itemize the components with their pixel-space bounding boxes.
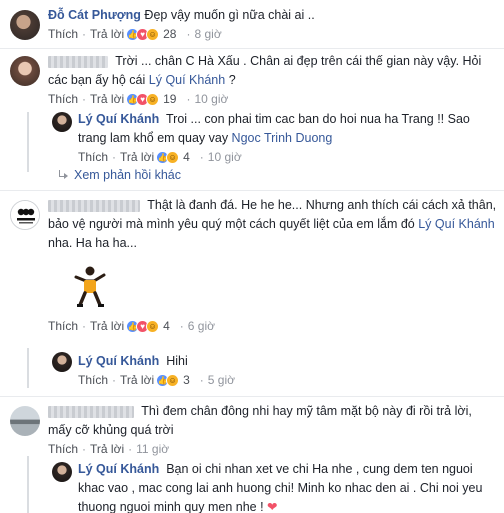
haha-reaction-icon: ☺ bbox=[166, 373, 180, 387]
like-button[interactable]: Thích bbox=[78, 150, 108, 164]
comment-text-end: ? bbox=[225, 73, 236, 87]
comment-author[interactable]: Lý Quí Khánh bbox=[78, 112, 159, 126]
comment-2: Trời ... chân C Hà Xấu . Chân ai đẹp trê… bbox=[0, 52, 504, 108]
haha-reaction-icon: ☺ bbox=[146, 27, 160, 41]
reply-2: Lý Quí Khánh Hihi Thích · Trả lời 👍 ☺ 3 … bbox=[0, 352, 504, 392]
comment-text: Trời ... chân C Hà Xấu . Chân ai đẹp trê… bbox=[48, 54, 482, 87]
reply-1: Lý Quí Khánh Troi ... con phai tim cac b… bbox=[0, 110, 504, 166]
comment-actions: Thích · Trả lời 👍 ♥ ☺ 19 · 10 giờ bbox=[48, 92, 229, 106]
like-button[interactable]: Thích bbox=[48, 319, 78, 333]
logo-avatar-icon bbox=[11, 201, 39, 229]
reply-button[interactable]: Trả lời bbox=[90, 442, 124, 456]
timestamp[interactable]: 6 giờ bbox=[188, 319, 215, 333]
reaction-summary[interactable]: 👍 ♥ ☺ bbox=[126, 27, 160, 41]
mention-link[interactable]: Ngoc Trinh Duong bbox=[232, 131, 333, 145]
comment-actions: Thích · Trả lời 👍 ☺ 3 · 5 giờ bbox=[78, 373, 236, 387]
reply-button[interactable]: Trả lời bbox=[90, 319, 124, 333]
sticker[interactable] bbox=[70, 265, 110, 309]
dancing-person-sticker-icon bbox=[74, 266, 106, 307]
reaction-count: 3 bbox=[183, 373, 190, 387]
reaction-summary[interactable]: 👍 ☺ bbox=[156, 373, 180, 387]
comment-body: Thật là đanh đá. He he he... Nhưng anh t… bbox=[48, 196, 498, 335]
reply-button[interactable]: Trả lời bbox=[90, 27, 124, 41]
comment-body: Lý Quí Khánh Bạn oi chi nhan xet ve chi … bbox=[78, 460, 498, 513]
reply-3: Lý Quí Khánh Bạn oi chi nhan xet ve chi … bbox=[0, 460, 504, 513]
avatar[interactable] bbox=[52, 462, 72, 482]
view-more-replies-link[interactable]: Xem phản hồi khác bbox=[58, 168, 181, 182]
comment-body: Trời ... chân C Hà Xấu . Chân ai đẹp trê… bbox=[48, 52, 498, 108]
divider bbox=[0, 396, 504, 397]
comment-body: Lý Quí Khánh Hihi Thích · Trả lời 👍 ☺ 3 … bbox=[78, 352, 498, 389]
comment-body: Thì đem chân đông nhi hay mỹ tâm mặt bộ … bbox=[48, 402, 498, 458]
avatar[interactable] bbox=[52, 112, 72, 132]
reaction-count: 19 bbox=[163, 92, 177, 106]
timestamp[interactable]: 5 giờ bbox=[208, 373, 235, 387]
comment-1: Đỗ Cát Phượng Đẹp vậy muốn gì nữa chài a… bbox=[0, 6, 504, 46]
avatar[interactable] bbox=[10, 200, 40, 230]
mention-link[interactable]: Lý Quí Khánh bbox=[418, 217, 494, 231]
mention-link[interactable]: Lý Quí Khánh bbox=[149, 73, 225, 87]
haha-reaction-icon: ☺ bbox=[146, 319, 160, 333]
timestamp[interactable]: 10 giờ bbox=[194, 92, 228, 106]
heart-emoji-icon: ❤ bbox=[267, 500, 278, 513]
like-button[interactable]: Thích bbox=[48, 92, 78, 106]
redacted-author bbox=[48, 55, 108, 68]
avatar[interactable] bbox=[10, 56, 40, 86]
reaction-summary[interactable]: 👍 ♥ ☺ bbox=[126, 92, 160, 106]
comment-actions: Thích · Trả lời 👍 ♥ ☺ 28 · 8 giờ bbox=[48, 27, 222, 41]
avatar[interactable] bbox=[52, 352, 72, 372]
reply-button[interactable]: Trả lời bbox=[120, 373, 154, 387]
comment-actions: Thích · Trả lời 👍 ☺ 4 · 10 giờ bbox=[78, 150, 242, 164]
reaction-count: 28 bbox=[163, 27, 177, 41]
comment-text: Hihi bbox=[166, 354, 188, 368]
comment-author[interactable]: Lý Quí Khánh bbox=[78, 462, 159, 476]
comment-body: Đỗ Cát Phượng Đẹp vậy muốn gì nữa chài a… bbox=[48, 6, 498, 43]
comment-4: Thì đem chân đông nhi hay mỹ tâm mặt bộ … bbox=[0, 402, 504, 456]
reply-arrow-icon bbox=[58, 170, 68, 180]
reaction-count: 4 bbox=[183, 150, 190, 164]
reaction-count: 4 bbox=[163, 319, 170, 333]
more-replies-label[interactable]: Xem phản hồi khác bbox=[74, 168, 181, 182]
redacted-author bbox=[48, 405, 134, 418]
comment-text-end: nha. Ha ha ha... bbox=[48, 236, 137, 250]
comment-author[interactable]: Đỗ Cát Phượng bbox=[48, 8, 141, 22]
avatar[interactable] bbox=[10, 10, 40, 40]
timestamp[interactable]: 10 giờ bbox=[208, 150, 242, 164]
reaction-summary[interactable]: 👍 ♥ ☺ bbox=[126, 319, 160, 333]
comment-actions: Thích · Trả lời 👍 ♥ ☺ 4 · 6 giờ bbox=[48, 319, 216, 333]
like-button[interactable]: Thích bbox=[78, 373, 108, 387]
like-button[interactable]: Thích bbox=[48, 27, 78, 41]
divider bbox=[0, 48, 504, 49]
haha-reaction-icon: ☺ bbox=[146, 92, 160, 106]
reaction-summary[interactable]: 👍 ☺ bbox=[156, 150, 180, 164]
divider bbox=[0, 190, 504, 191]
reply-button[interactable]: Trả lời bbox=[90, 92, 124, 106]
comment-author[interactable]: Lý Quí Khánh bbox=[78, 354, 159, 368]
like-button[interactable]: Thích bbox=[48, 442, 78, 456]
haha-reaction-icon: ☺ bbox=[166, 150, 180, 164]
avatar[interactable] bbox=[10, 406, 40, 436]
comment-actions: Thích · Trả lời · 11 giờ bbox=[48, 442, 170, 456]
comment-body: Lý Quí Khánh Troi ... con phai tim cac b… bbox=[78, 110, 498, 166]
comment-text: Đẹp vậy muốn gì nữa chài ai .. bbox=[144, 8, 315, 22]
timestamp[interactable]: 11 giờ bbox=[136, 442, 169, 456]
timestamp[interactable]: 8 giờ bbox=[194, 27, 221, 41]
reply-button[interactable]: Trả lời bbox=[120, 150, 154, 164]
comment-3: Thật là đanh đá. He he he... Nhưng anh t… bbox=[0, 196, 504, 346]
redacted-author bbox=[48, 199, 140, 212]
